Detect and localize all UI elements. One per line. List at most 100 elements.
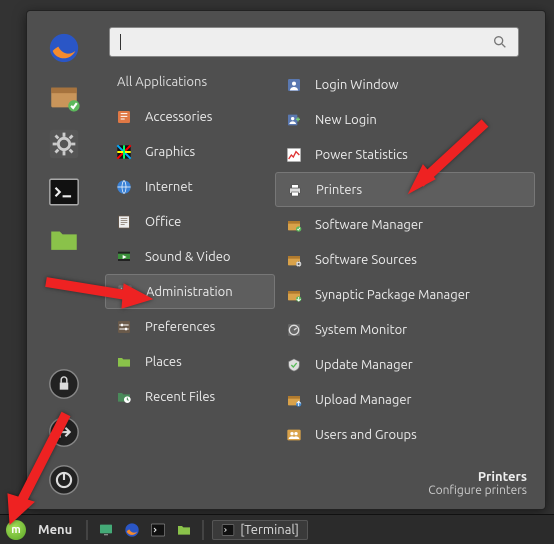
sidebar-logout[interactable] xyxy=(47,415,81,449)
office-icon xyxy=(113,211,135,233)
category-item-preferences[interactable]: Preferences xyxy=(105,309,275,344)
multimedia-icon xyxy=(113,246,135,268)
users-groups-icon xyxy=(283,424,305,446)
category-item-accessories[interactable]: Accessories xyxy=(105,99,275,134)
category-item-places[interactable]: Places xyxy=(105,344,275,379)
system-monitor-icon xyxy=(283,319,305,341)
settings-icon xyxy=(47,127,81,161)
firefox-icon xyxy=(47,31,81,65)
category-item-label: Internet xyxy=(145,180,193,194)
app-item-label: Upload Manager xyxy=(315,393,411,407)
preferences-icon xyxy=(113,316,135,338)
application-menu-panel: All Applications Accessories Graphics Inte… xyxy=(26,10,546,510)
categories-heading: All Applications xyxy=(105,69,275,99)
taskbar-window-terminal[interactable]: [Terminal] xyxy=(212,520,308,540)
app-item-synaptic[interactable]: Synaptic Package Manager xyxy=(275,277,535,312)
folder-icon xyxy=(176,522,192,538)
menu-button[interactable]: Menu xyxy=(32,523,78,537)
lock-icon xyxy=(47,367,81,401)
login-window-icon xyxy=(283,74,305,96)
category-item-office[interactable]: Office xyxy=(105,204,275,239)
app-item-login-window[interactable]: Login Window xyxy=(275,67,535,102)
category-item-label: Accessories xyxy=(145,110,212,124)
app-item-upload-manager[interactable]: Upload Manager xyxy=(275,382,535,417)
app-item-label: New Login xyxy=(315,113,377,127)
sidebar-software[interactable] xyxy=(47,79,81,113)
search-input[interactable] xyxy=(109,27,519,57)
mint-logo-icon[interactable]: m xyxy=(6,520,26,540)
sidebar-terminal[interactable] xyxy=(47,175,81,209)
synaptic-icon xyxy=(283,284,305,306)
internet-icon xyxy=(113,176,135,198)
graphics-icon xyxy=(113,141,135,163)
category-item-label: Recent Files xyxy=(145,390,215,404)
category-item-internet[interactable]: Internet xyxy=(105,169,275,204)
menu-body: All Applications Accessories Graphics Inte… xyxy=(27,11,545,509)
package-icon xyxy=(47,79,81,113)
upload-manager-icon xyxy=(283,389,305,411)
terminal-icon xyxy=(47,175,81,209)
places-icon xyxy=(113,351,135,373)
taskbar-firefox[interactable] xyxy=(122,520,142,540)
category-item-label: Office xyxy=(145,215,181,229)
terminal-icon xyxy=(150,522,166,538)
category-item-graphics[interactable]: Graphics xyxy=(105,134,275,169)
update-manager-icon xyxy=(283,354,305,376)
menu-columns: All Applications Accessories Graphics Inte… xyxy=(101,65,545,466)
category-item-label: Places xyxy=(145,355,182,369)
category-item-administration[interactable]: Administration xyxy=(105,274,275,309)
app-item-power-stats[interactable]: Power Statistics xyxy=(275,137,535,172)
app-item-label: Synaptic Package Manager xyxy=(315,288,470,302)
category-item-recent[interactable]: Recent Files xyxy=(105,379,275,414)
taskbar-separator xyxy=(86,520,88,540)
app-item-software-sources[interactable]: Software Sources xyxy=(275,242,535,277)
recent-icon xyxy=(113,386,135,408)
logout-icon xyxy=(47,415,81,449)
app-item-system-monitor[interactable]: System Monitor xyxy=(275,312,535,347)
taskbar-window-label: [Terminal] xyxy=(240,523,299,537)
app-item-label: System Monitor xyxy=(315,323,407,337)
footer-description: Configure printers xyxy=(101,484,527,497)
text-cursor xyxy=(120,34,121,50)
category-item-label: Graphics xyxy=(145,145,195,159)
software-manager-icon xyxy=(283,214,305,236)
app-item-label: Software Manager xyxy=(315,218,423,232)
category-item-label: Sound & Video xyxy=(145,250,231,264)
apps-column: Login Window New Login Power Statistics Pri… xyxy=(275,69,535,466)
sidebar-files[interactable] xyxy=(47,223,81,257)
sidebar-lock[interactable] xyxy=(47,367,81,401)
app-item-label: Software Sources xyxy=(315,253,417,267)
sidebar-firefox[interactable] xyxy=(47,31,81,65)
app-item-label: Login Window xyxy=(315,78,398,92)
category-item-multimedia[interactable]: Sound & Video xyxy=(105,239,275,274)
taskbar-show-desktop[interactable] xyxy=(96,520,116,540)
administration-icon xyxy=(114,281,136,303)
category-item-label: Administration xyxy=(146,285,233,299)
taskbar-terminal-launcher[interactable] xyxy=(148,520,168,540)
category-item-label: Preferences xyxy=(145,320,215,334)
app-item-update-manager[interactable]: Update Manager xyxy=(275,347,535,382)
software-sources-icon xyxy=(283,249,305,271)
desktop-icon xyxy=(98,522,114,538)
app-item-label: Power Statistics xyxy=(315,148,408,162)
taskbar-files[interactable] xyxy=(174,520,194,540)
new-login-icon xyxy=(283,109,305,131)
sidebar-shutdown[interactable] xyxy=(47,463,81,497)
menu-main: All Applications Accessories Graphics Inte… xyxy=(101,11,545,509)
app-item-label: Printers xyxy=(316,183,362,197)
footer-title: Printers xyxy=(101,470,527,484)
taskbar-separator xyxy=(202,520,204,540)
power-icon xyxy=(47,463,81,497)
app-item-new-login[interactable]: New Login xyxy=(275,102,535,137)
app-item-users-groups[interactable]: Users and Groups xyxy=(275,417,535,452)
app-item-label: Update Manager xyxy=(315,358,413,372)
terminal-icon xyxy=(221,523,235,537)
app-item-printer[interactable]: Printers xyxy=(275,172,535,207)
folder-icon xyxy=(47,223,81,257)
sidebar-settings[interactable] xyxy=(47,127,81,161)
power-stats-icon xyxy=(283,144,305,166)
search-container xyxy=(101,11,545,65)
taskbar: m Menu [Terminal] xyxy=(0,514,554,544)
app-item-software-manager[interactable]: Software Manager xyxy=(275,207,535,242)
menu-footer: Printers Configure printers xyxy=(101,466,545,509)
